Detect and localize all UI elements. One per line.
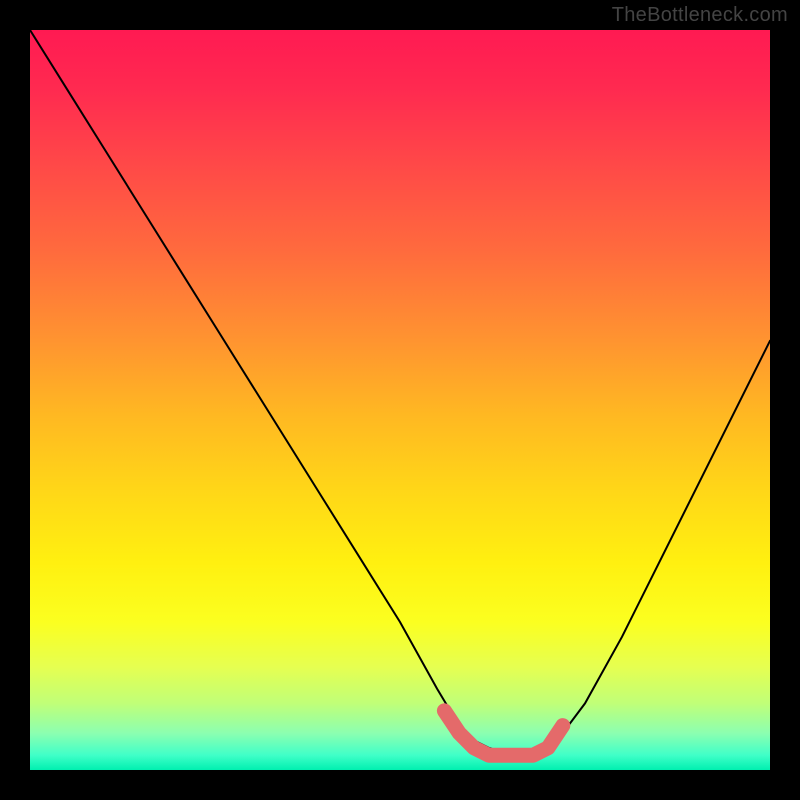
bottleneck-curve — [30, 30, 770, 755]
watermark-text: TheBottleneck.com — [612, 4, 788, 27]
chart-svg — [30, 30, 770, 770]
optimal-zone-highlight — [444, 711, 562, 755]
plot-area — [30, 30, 770, 770]
